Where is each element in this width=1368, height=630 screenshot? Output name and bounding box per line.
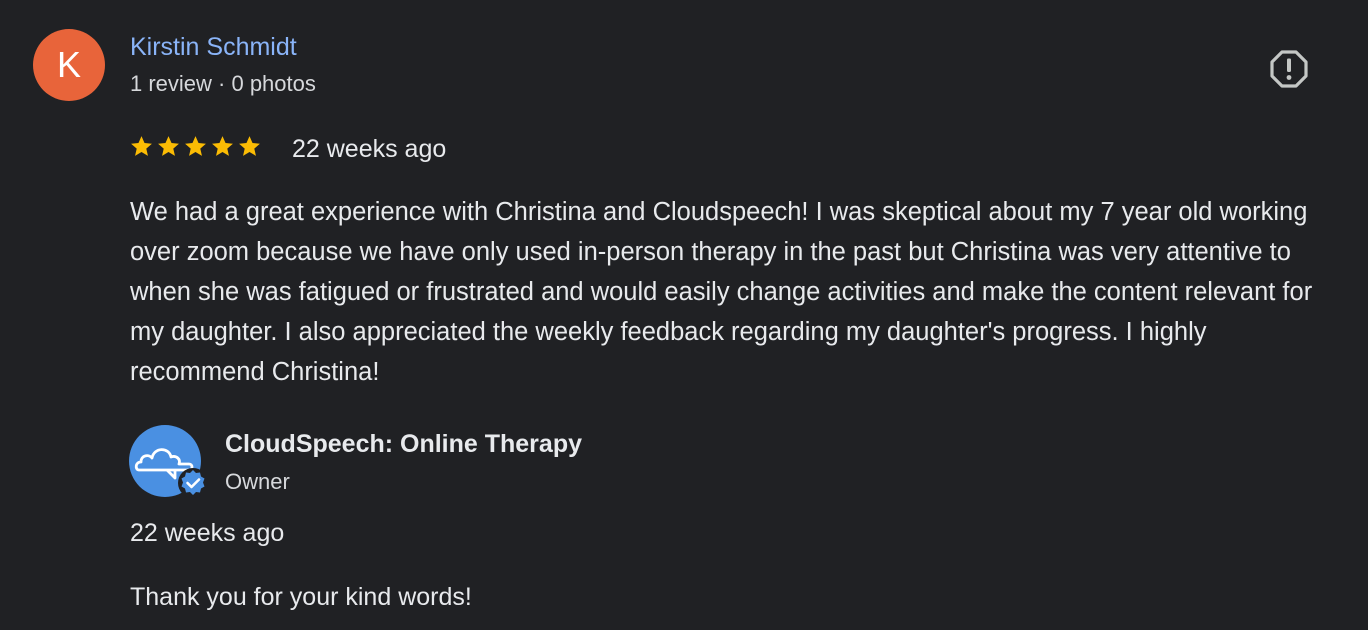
- report-flag-icon[interactable]: [1268, 48, 1310, 90]
- reviewer-avatar[interactable]: K: [33, 29, 105, 101]
- avatar-initial: K: [56, 44, 81, 85]
- reviewer-name-link[interactable]: Kirstin Schmidt: [130, 33, 297, 62]
- star-icon: [212, 136, 233, 156]
- owner-role: Owner: [225, 469, 290, 494]
- cloud-logo-icon[interactable]: [129, 425, 213, 509]
- reply-time: 22 weeks ago: [130, 519, 285, 547]
- verified-badge-icon: [178, 468, 208, 498]
- review-time: 22 weeks ago: [292, 135, 447, 163]
- star-rating: [129, 134, 262, 159]
- reply-text: Thank you for your kind words!: [130, 583, 472, 611]
- star-icon: [239, 136, 260, 156]
- star-icon: [185, 136, 206, 156]
- star-icon: [131, 136, 152, 156]
- review-text: We had a great experience with Christina…: [130, 198, 1313, 386]
- owner-name[interactable]: CloudSpeech: Online Therapy: [225, 430, 582, 459]
- reviewer-meta: 1 review · 0 photos: [130, 71, 316, 96]
- star-icon: [158, 136, 179, 156]
